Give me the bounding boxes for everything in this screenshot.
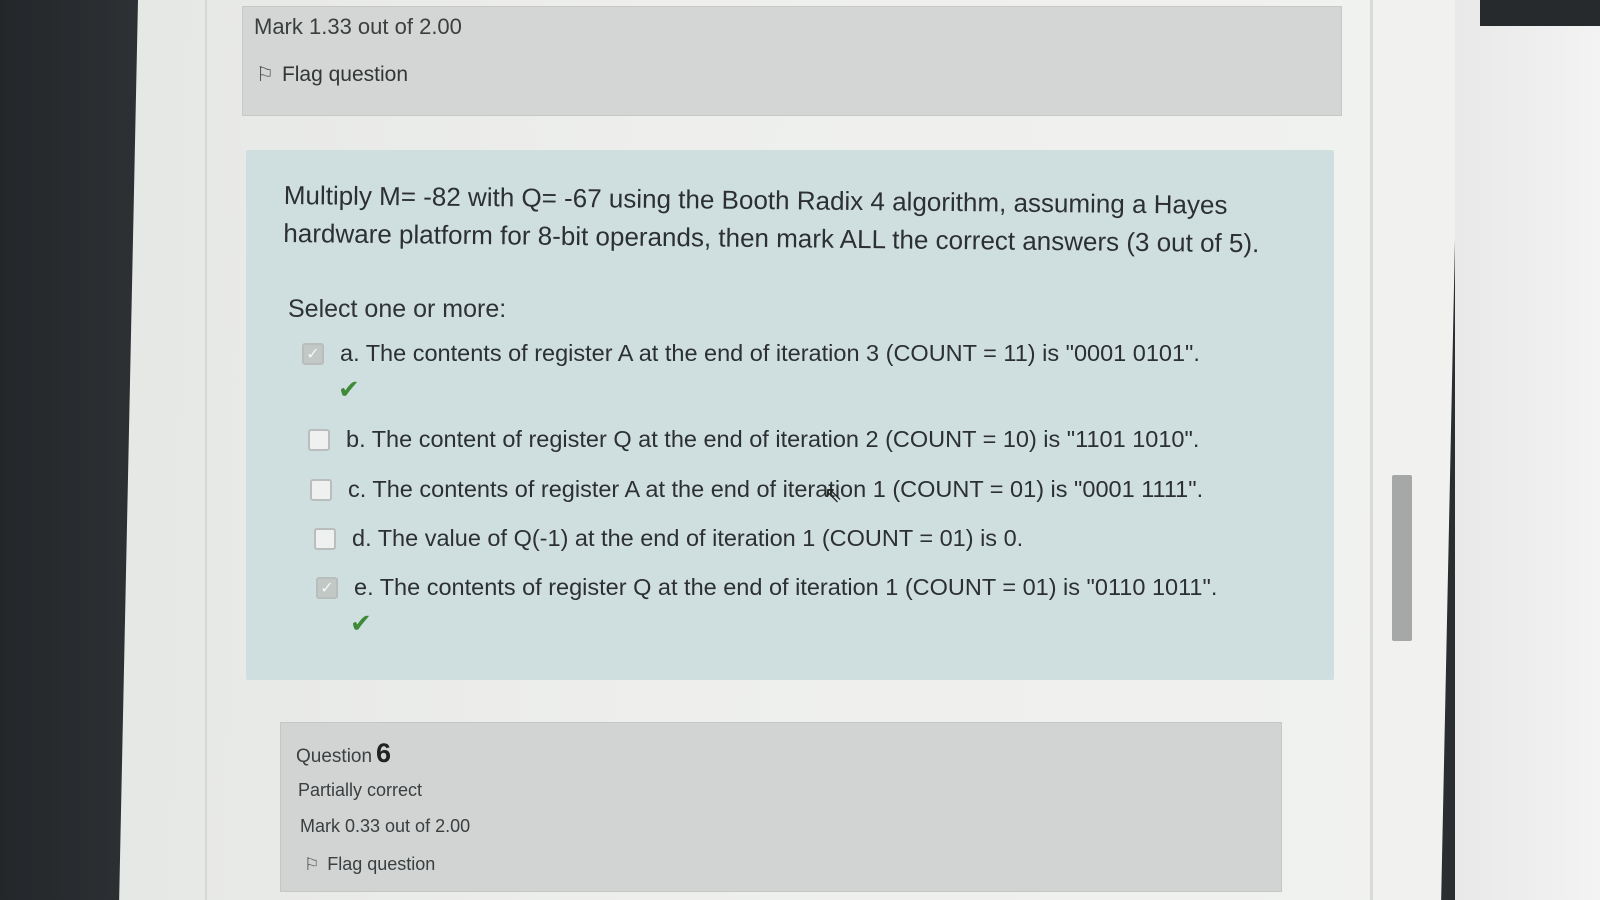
next-question-title: Question [296, 746, 373, 767]
flag-icon: ⚐ [304, 854, 320, 874]
answer-option-a[interactable]: ✓ a. The contents of register A at the e… [302, 340, 1200, 367]
answer-label-e: e. The contents of register Q at the end… [354, 574, 1218, 600]
desk-dark-corner [1480, 0, 1600, 26]
page-scrollbar-thumb[interactable] [1392, 475, 1412, 641]
answer-option-e[interactable]: ✓ e. The contents of register Q at the e… [316, 574, 1217, 601]
correct-check-icon-a: ✔ [338, 374, 360, 404]
answer-option-b[interactable]: b. The content of register Q at the end … [308, 426, 1199, 453]
mouse-cursor-icon: ⇖ [824, 482, 843, 507]
page-border-right [1370, 0, 1373, 900]
answer-label-a: a. The contents of register A at the end… [340, 340, 1200, 366]
page-border-left [205, 0, 207, 900]
answer-label-d: d. The value of Q(-1) at the end of iter… [352, 525, 1024, 551]
answer-option-d[interactable]: d. The value of Q(-1) at the end of iter… [314, 525, 1023, 552]
next-question-number: 6 [376, 738, 392, 768]
answer-label-c: c. The contents of register A at the end… [348, 476, 1204, 502]
desk-background-right [1455, 0, 1600, 900]
question-text: Multiply M= -82 with Q= -67 using the Bo… [283, 176, 1284, 262]
flag-question-label: Flag question [281, 62, 409, 86]
question-mark: Mark 1.33 out of 2.00 [254, 14, 462, 39]
answer-option-c[interactable]: c. The contents of register A at the end… [310, 476, 1203, 503]
flag-question-link[interactable]: ⚐ Flag question [256, 62, 408, 87]
flag-icon: ⚐ [256, 64, 274, 86]
answer-checkbox-d[interactable] [314, 527, 336, 550]
answer-checkbox-c[interactable] [310, 478, 332, 501]
next-question-heading: Question 6 [296, 738, 391, 769]
answer-checkbox-a[interactable]: ✓ [302, 342, 324, 365]
answer-checkbox-e[interactable]: ✓ [316, 576, 338, 599]
answer-label-b: b. The content of register Q at the end … [346, 426, 1200, 452]
next-question-state: Partially correct [298, 780, 423, 800]
next-flag-question-label: Flag question [327, 854, 436, 874]
select-instruction: Select one or more: [288, 295, 507, 323]
correct-check-icon-e: ✔ [350, 608, 372, 638]
next-question-mark: Mark 0.33 out of 2.00 [300, 816, 471, 836]
answer-checkbox-b[interactable] [308, 428, 330, 451]
next-flag-question-link[interactable]: ⚐ Flag question [304, 854, 435, 875]
